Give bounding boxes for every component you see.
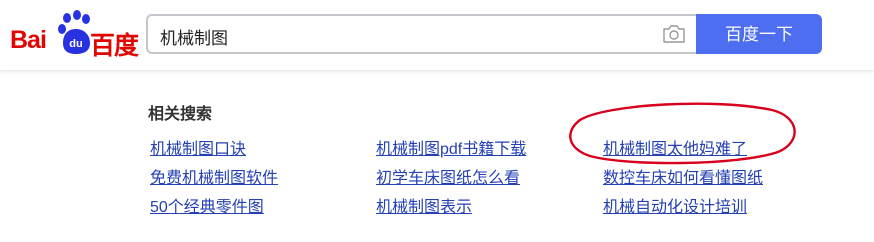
related-link[interactable]: 机械制图口诀 (150, 135, 246, 159)
camera-icon[interactable] (662, 24, 686, 44)
paw-text: du (69, 38, 82, 50)
search-input[interactable] (158, 22, 642, 50)
search-button[interactable]: 百度一下 (696, 14, 822, 54)
red-circle-annotation (569, 102, 796, 165)
logo-text-left: Bai (10, 26, 47, 54)
related-link[interactable]: 机械自动化设计培训 (603, 193, 747, 217)
related-link[interactable]: 数控车床如何看懂图纸 (603, 164, 763, 188)
header-bar: Bai du 百度 百度一下 (0, 0, 874, 71)
logo-text-right: 百度 (90, 32, 139, 60)
baidu-logo[interactable]: Bai du 百度 (6, 6, 140, 62)
related-link[interactable]: 50个经典零件图 (150, 193, 264, 217)
related-link[interactable]: 初学车床图纸怎么看 (376, 164, 520, 188)
related-link[interactable]: 机械制图表示 (376, 193, 472, 217)
related-searches-title: 相关搜索 (148, 106, 213, 123)
related-link[interactable]: 机械制图pdf书籍下载 (376, 135, 526, 159)
search-box (146, 14, 696, 54)
related-link[interactable]: 免费机械制图软件 (150, 164, 278, 188)
